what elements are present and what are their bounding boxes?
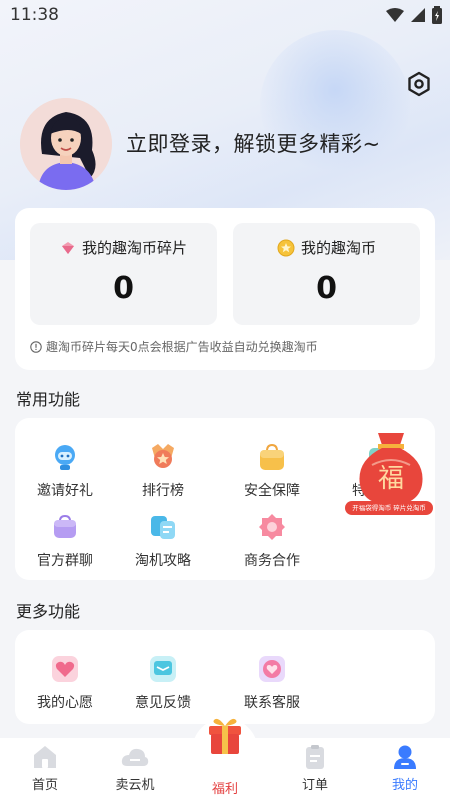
info-icon: [30, 340, 42, 353]
common-functions-title: 常用功能: [16, 390, 81, 409]
lucky-bag-char: 福: [378, 464, 404, 494]
tab-orders[interactable]: 订单: [270, 738, 360, 800]
tab-sell-cloud-phone-label: 卖云机: [115, 778, 155, 793]
func-label-group-chat: 官方群聊: [37, 553, 93, 569]
cloud-icon: [121, 748, 149, 766]
lucky-bag-promo-text: 开福袋得淘币 碎片兑淘币: [345, 501, 433, 515]
lucky-bag-icon: 福: [359, 433, 423, 505]
func-label-guide: 淘机攻略: [135, 553, 191, 569]
heart-icon: [50, 654, 80, 684]
ranking-medal-icon: [148, 442, 178, 472]
more-functions-card: 我的心愿 意见反馈 联系客服: [15, 630, 435, 724]
func-item-contact-support[interactable]: 联系客服: [222, 654, 322, 712]
status-time: 11:38: [10, 5, 59, 25]
coins-label: 我的趣淘币: [300, 239, 376, 257]
profile-icon: [394, 745, 416, 769]
tab-mine-label: 我的: [391, 778, 418, 793]
bottom-tabbar: 首页 卖云机 福利 订单 我的: [0, 718, 450, 800]
tab-sell-cloud-phone[interactable]: 卖云机: [90, 738, 180, 800]
settings-icon: [408, 71, 430, 97]
gift-icon: [209, 718, 241, 754]
cooperation-icon: [257, 512, 287, 542]
coins-box[interactable]: 我的趣淘币 0: [233, 223, 420, 325]
customer-service-icon: [50, 442, 80, 472]
avatar-illustration: [20, 98, 112, 190]
coin-icon: [277, 239, 295, 256]
func-item-feedback[interactable]: 意见反馈: [113, 654, 213, 712]
gem-fragment-icon: [61, 241, 74, 254]
signal-icon: [411, 8, 425, 22]
feedback-icon: [148, 654, 178, 684]
order-clipboard-icon: [306, 745, 324, 769]
func-label-wishlist: 我的心愿: [37, 695, 93, 711]
settings-button[interactable]: [405, 70, 433, 98]
home-icon: [34, 746, 56, 768]
more-functions-title: 更多功能: [16, 602, 81, 621]
func-item-guide[interactable]: 淘机攻略: [113, 512, 213, 570]
status-bar: 11:38: [0, 0, 450, 32]
wallet-card: 我的趣淘币碎片 0 我的趣淘币 0 趣淘币碎片每天0点会根据广告收益自动兑换趣淘…: [15, 208, 435, 370]
func-item-security[interactable]: 安全保障: [222, 442, 322, 500]
support-icon: [257, 654, 287, 684]
tab-welfare[interactable]: 福利: [180, 718, 270, 800]
func-label-feedback: 意见反馈: [135, 695, 191, 711]
func-item-wishlist[interactable]: 我的心愿: [15, 654, 115, 712]
coin-fragments-label: 我的趣淘币碎片: [81, 239, 187, 257]
coin-fragments-value: 0: [113, 271, 134, 306]
func-label-contact-support: 联系客服: [244, 695, 300, 711]
tab-welfare-label: 福利: [211, 782, 238, 797]
wallet-note: 趣淘币碎片每天0点会根据广告收益自动兑换趣淘币: [30, 338, 318, 355]
coins-value: 0: [316, 271, 337, 306]
coin-fragments-box[interactable]: 我的趣淘币碎片 0: [30, 223, 217, 325]
avatar[interactable]: [20, 98, 112, 190]
coins-title: 我的趣淘币: [233, 237, 420, 258]
func-label-invite: 邀请好礼: [37, 483, 93, 499]
func-item-invite[interactable]: 邀请好礼: [15, 442, 115, 500]
coin-fragments-title: 我的趣淘币碎片: [30, 237, 217, 258]
func-item-group-chat[interactable]: 官方群聊: [15, 512, 115, 570]
wifi-icon: [386, 8, 404, 22]
wallet-note-text: 趣淘币碎片每天0点会根据广告收益自动兑换趣淘币: [46, 340, 318, 354]
func-label-ranking: 排行榜: [142, 483, 184, 499]
tab-home-label: 首页: [31, 778, 58, 793]
login-prompt[interactable]: 立即登录，解锁更多精彩~: [126, 128, 381, 158]
func-item-cooperation[interactable]: 商务合作: [222, 512, 322, 570]
guide-icon: [148, 512, 178, 542]
tab-mine[interactable]: 我的: [360, 738, 450, 800]
group-chat-icon: [50, 512, 80, 542]
func-label-security: 安全保障: [244, 483, 300, 499]
tab-home[interactable]: 首页: [0, 738, 90, 800]
security-bag-icon: [257, 442, 287, 472]
tab-orders-label: 订单: [301, 778, 328, 793]
battery-icon: [432, 6, 442, 24]
status-icons: [386, 6, 442, 24]
func-label-cooperation: 商务合作: [244, 553, 300, 569]
func-item-ranking[interactable]: 排行榜: [113, 442, 213, 500]
